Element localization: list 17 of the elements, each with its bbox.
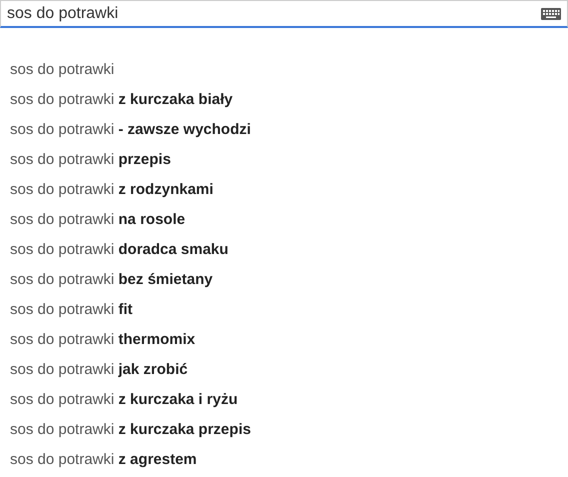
suggestion-item[interactable]: sos do potrawki fit (0, 300, 568, 330)
suggestion-item[interactable]: sos do potrawki na rosole (0, 210, 568, 240)
suggestion-item[interactable]: sos do potrawki (0, 60, 568, 90)
suggestion-item[interactable]: sos do potrawki z kurczaka przepis (0, 420, 568, 450)
suggestion-item[interactable]: sos do potrawki doradca smaku (0, 240, 568, 270)
keyboard-icon[interactable] (541, 8, 561, 20)
suggestion-item[interactable]: sos do potrawki z kurczaka i ryżu (0, 390, 568, 420)
search-field[interactable]: sos do potrawki (7, 4, 541, 22)
suggestion-item[interactable]: sos do potrawki z rodzynkami (0, 180, 568, 210)
suggestion-item[interactable]: sos do potrawki thermomix (0, 330, 568, 360)
suggestion-item[interactable]: sos do potrawki z kurczaka biały (0, 90, 568, 120)
suggestion-item[interactable]: sos do potrawki bez śmietany (0, 270, 568, 300)
search-bar[interactable]: sos do potrawki (0, 0, 568, 28)
suggestion-item[interactable]: sos do potrawki - zawsze wychodzi (0, 120, 568, 150)
suggestion-item[interactable]: sos do potrawki przepis (0, 150, 568, 180)
suggestion-item[interactable]: sos do potrawki z agrestem (0, 450, 568, 477)
suggestion-item[interactable]: sos do potrawki jak zrobić (0, 360, 568, 390)
